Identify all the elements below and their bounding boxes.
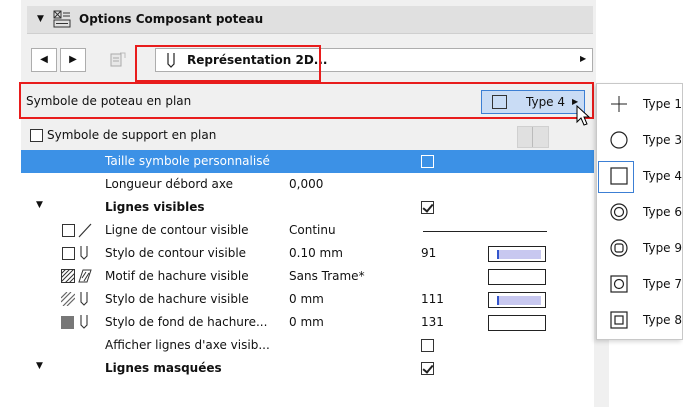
fill-background-icon: [61, 316, 74, 329]
next-page-button[interactable]: ▶: [60, 48, 86, 72]
panel-header[interactable]: ▼ Options Composant poteau: [27, 6, 593, 34]
param-row-hatch-background-pen[interactable]: Stylo de fond de hachure... 0 mm 131: [21, 311, 596, 334]
param-label: Stylo de hachure visible: [105, 292, 249, 306]
param-value[interactable]: 0,000: [289, 177, 323, 191]
cross-symbol-icon: [611, 96, 627, 112]
column-options-icon: [53, 10, 71, 28]
param-row-visible-hatch-pen[interactable]: Stylo de hachure visible 0 mm 111: [21, 288, 596, 311]
param-value[interactable]: Sans Trame*: [289, 269, 365, 283]
param-group-label: Lignes visibles: [105, 200, 205, 214]
dropdown-option-type7[interactable]: Type 7: [597, 267, 683, 303]
page-edit-icon[interactable]: [109, 51, 127, 69]
dropdown-option-label: Type 1: [643, 97, 683, 111]
dropdown-option-label: Type 8: [643, 313, 683, 327]
param-group-label: Lignes masquées: [105, 361, 222, 375]
hatch-pattern-icon: [61, 269, 75, 283]
panel-title: Options Composant poteau: [79, 12, 264, 26]
support-symbol-checkbox[interactable]: [30, 129, 43, 142]
pen-number[interactable]: 131: [421, 315, 444, 329]
dropdown-option-type4[interactable]: Type 4: [597, 159, 683, 195]
page-selector-highlight-frame: [135, 45, 321, 82]
dropdown-option-label: Type 6: [643, 205, 683, 219]
dropdown-option-label: Type 3: [643, 133, 683, 147]
param-row-visible-hatch-pattern[interactable]: Motif de hachure visible Sans Trame*: [21, 265, 596, 288]
param-label: Afficher lignes d'axe visib...: [105, 338, 270, 352]
param-label: Stylo de fond de hachure...: [105, 315, 268, 329]
dropdown-option-type6[interactable]: Type 6: [597, 195, 683, 231]
dropdown-option-type3[interactable]: Type 3: [597, 123, 683, 159]
dropdown-option-type1[interactable]: Type 1: [597, 87, 683, 123]
circle-in-rounded-square-symbol-icon: [610, 239, 628, 257]
pen-number[interactable]: 91: [421, 246, 436, 260]
hatch-preview[interactable]: [488, 269, 546, 285]
param-checkbox[interactable]: [421, 155, 434, 168]
double-circle-symbol-icon: [610, 203, 628, 221]
symbol-row-highlight-frame: [19, 82, 594, 119]
support-label: Symbole de support en plan: [47, 128, 217, 142]
pen-color-swatch[interactable]: [488, 315, 546, 331]
param-label: Stylo de contour visible: [105, 246, 247, 260]
pen-number[interactable]: 111: [421, 292, 444, 306]
param-value[interactable]: Continu: [289, 223, 336, 237]
param-group-visible-lines[interactable]: ▼ Lignes visibles: [21, 196, 596, 219]
dropdown-option-type8[interactable]: Type 8: [597, 303, 683, 339]
param-checkbox[interactable]: [421, 201, 434, 214]
param-label: Ligne de contour visible: [105, 223, 249, 237]
param-value[interactable]: 0 mm: [289, 292, 324, 306]
support-symbol-preview[interactable]: [517, 126, 549, 148]
parameter-list: Taille symbole personnalisé Longueur déb…: [21, 150, 596, 407]
square-symbol-icon: [610, 167, 628, 185]
support-row: Symbole de support en plan: [21, 123, 596, 149]
hatch-lines-icon: [61, 292, 75, 306]
param-value[interactable]: 0 mm: [289, 315, 324, 329]
line-type-preview: [423, 231, 547, 232]
dropdown-option-type9[interactable]: Type 9: [597, 231, 683, 267]
param-label: Longueur débord axe: [105, 177, 233, 191]
pen-color-swatch[interactable]: [488, 246, 546, 262]
line-type-icon: [78, 223, 92, 238]
param-checkbox[interactable]: [421, 362, 434, 375]
param-label: Taille symbole personnalisé: [105, 154, 270, 168]
param-row-custom-symbol-size[interactable]: Taille symbole personnalisé: [21, 150, 596, 173]
hatch-fill-icon: [78, 269, 92, 283]
collapse-arrow-icon[interactable]: ▼: [36, 361, 43, 371]
param-row-axis-overhang[interactable]: Longueur débord axe 0,000: [21, 173, 596, 196]
dropdown-option-label: Type 7: [643, 277, 683, 291]
circle-in-square-symbol-icon: [610, 275, 628, 293]
circle-symbol-icon: [610, 131, 628, 149]
square-in-square-symbol-icon: [610, 311, 628, 329]
param-row-show-axis-lines[interactable]: Afficher lignes d'axe visib...: [21, 334, 596, 357]
pen-icon: [80, 292, 88, 306]
arrow-left-icon: ◀: [40, 54, 48, 65]
collapse-arrow-icon[interactable]: ▼: [36, 200, 43, 210]
dropdown-option-label: Type 4: [643, 169, 683, 183]
pen-icon: [80, 315, 88, 329]
param-checkbox[interactable]: [421, 339, 434, 352]
param-checkbox[interactable]: [62, 247, 75, 260]
param-label: Motif de hachure visible: [105, 269, 249, 283]
param-group-hidden-lines[interactable]: ▼ Lignes masquées: [21, 357, 596, 380]
dropdown-option-label: Type 9: [643, 241, 683, 255]
chevron-right-icon: ▶: [580, 54, 587, 63]
param-checkbox[interactable]: [62, 224, 75, 237]
param-value[interactable]: 0.10 mm: [289, 246, 343, 260]
pen-icon: [80, 246, 88, 260]
param-row-visible-contour-line[interactable]: Ligne de contour visible Continu: [21, 219, 596, 242]
collapse-arrow-icon[interactable]: ▼: [37, 14, 44, 24]
param-row-visible-contour-pen[interactable]: Stylo de contour visible 0.10 mm 91: [21, 242, 596, 265]
arrow-right-icon: ▶: [69, 54, 77, 65]
pen-color-swatch[interactable]: [488, 292, 546, 308]
column-settings-panel: ▼ Options Composant poteau ◀ ▶ Représent…: [19, 0, 609, 407]
symbol-type-dropdown: Type 1 Type 3 Type 4 Type 6 Type 9 Type …: [596, 83, 683, 340]
previous-page-button[interactable]: ◀: [31, 48, 57, 72]
